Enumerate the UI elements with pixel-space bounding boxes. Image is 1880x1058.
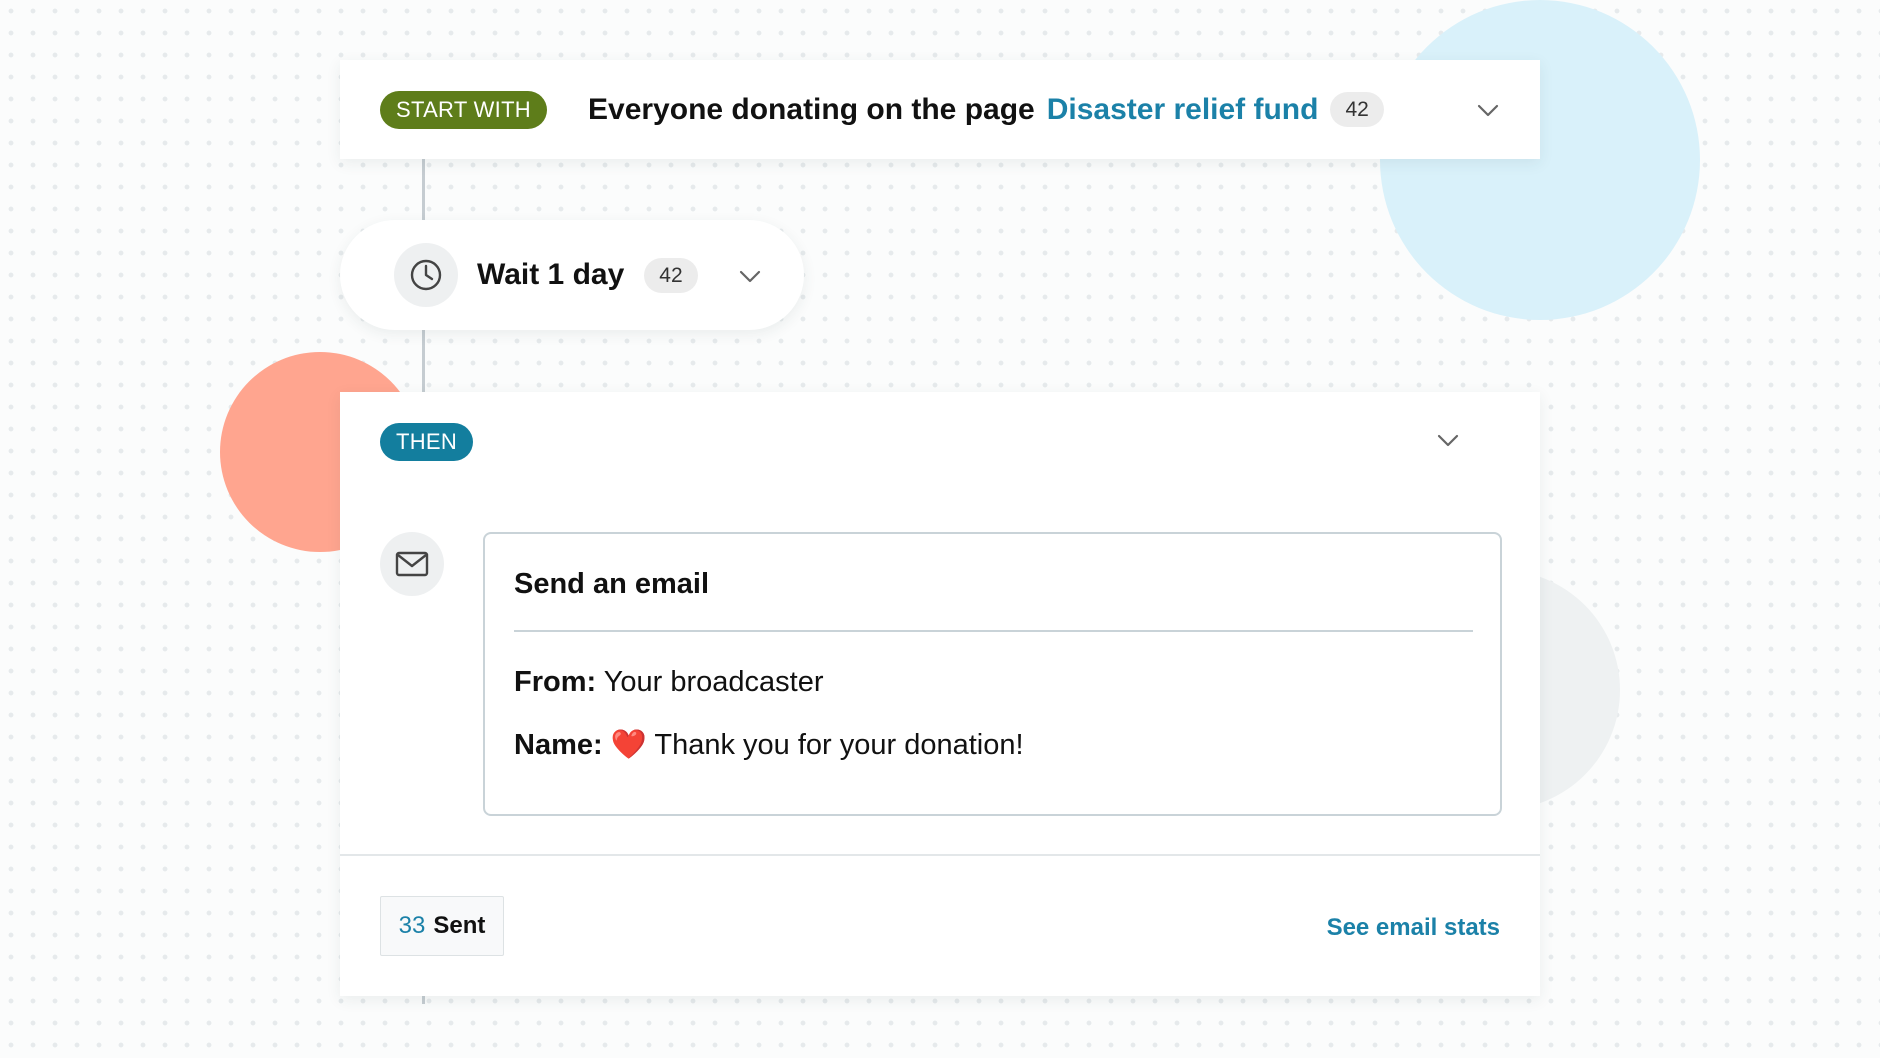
wait-count-badge: 42	[644, 257, 698, 293]
divider	[340, 854, 1540, 856]
clock-icon	[394, 243, 458, 307]
sent-count: 33	[398, 912, 426, 939]
wait-step-card[interactable]: Wait 1 day 42	[340, 220, 804, 330]
start-step-card[interactable]: START WITH Everyone donating on the page…	[340, 60, 1540, 159]
email-action-title: Send an email	[514, 568, 710, 600]
sent-count-badge: 33 Sent	[380, 896, 504, 956]
chevron-down-icon[interactable]	[736, 262, 764, 290]
see-email-stats-link[interactable]: See email stats	[1327, 914, 1500, 942]
audience-title: Everyone donating on the page	[588, 92, 1035, 126]
start-with-badge: START WITH	[380, 90, 547, 129]
audience-count-badge: 42	[1330, 92, 1384, 127]
from-value: Your broadcaster	[603, 666, 824, 698]
divider	[514, 630, 1473, 632]
decorative-blue-circle	[1380, 0, 1700, 320]
flow-connector	[422, 996, 425, 1004]
chevron-down-icon[interactable]	[1434, 426, 1462, 454]
name-label: Name:	[514, 729, 603, 761]
then-step-card: THEN Send an email From: Your broadcaste…	[340, 392, 1540, 996]
email-action-box[interactable]: Send an email From: Your broadcaster Nam…	[483, 532, 1502, 816]
page-link[interactable]: Disaster relief fund	[1047, 93, 1319, 127]
chevron-down-icon[interactable]	[1474, 96, 1502, 124]
email-name-row: Name: ❤️ Thank you for your donation!	[514, 728, 1024, 762]
then-badge: THEN	[380, 423, 474, 461]
wait-title: Wait 1 day	[477, 258, 625, 291]
from-label: From:	[514, 666, 597, 698]
email-from-row: From: Your broadcaster	[514, 666, 824, 699]
flow-connector	[422, 330, 425, 392]
sent-label: Sent	[433, 912, 486, 939]
heart-emoji: ❤️	[610, 729, 647, 761]
name-value: Thank you for your donation!	[654, 729, 1024, 761]
envelope-icon	[380, 532, 444, 596]
flow-connector	[422, 158, 425, 222]
